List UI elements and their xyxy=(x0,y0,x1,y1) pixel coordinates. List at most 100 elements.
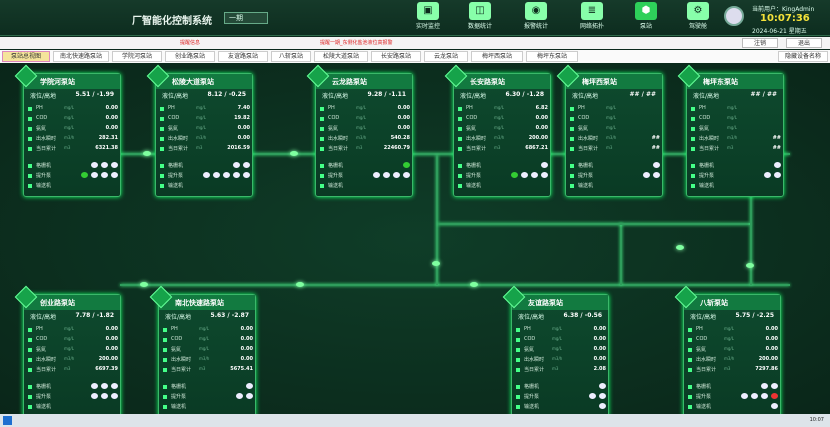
status-light xyxy=(774,162,781,168)
bullet-icon xyxy=(691,147,695,151)
station-card[interactable]: 松陵大道泵站 液位/高地 8.12 / -0.25 PH mg/L 7.40 COD mg/L… xyxy=(146,64,253,197)
tab-songling[interactable]: 松陵大道泵站 xyxy=(314,51,368,62)
equip-row: 提升泵 xyxy=(28,393,118,402)
bullet-icon xyxy=(458,184,462,188)
flow-dot xyxy=(143,151,151,156)
status-light xyxy=(101,393,108,399)
equip-row: 提升泵 xyxy=(688,393,778,402)
avatar[interactable] xyxy=(724,6,744,26)
bullet-icon xyxy=(320,117,324,121)
pipe-cross xyxy=(438,223,750,225)
metric-row: 氨氮 mg/L 0.00 xyxy=(688,346,778,355)
metric-row: PH mg/L 6.82 xyxy=(458,105,548,114)
bullet-icon xyxy=(688,358,692,362)
bullet-icon xyxy=(458,164,462,168)
tab-yunlong[interactable]: 云龙泵站 xyxy=(424,51,468,62)
bullet-icon xyxy=(691,164,695,168)
bullet-icon xyxy=(570,147,574,151)
period-select[interactable]: 一期 xyxy=(224,12,268,24)
station-name: 长安路泵站 xyxy=(470,78,505,86)
station-card[interactable]: 梅坪东泵站 液位/高地 ## / ## PH mg/L COD mg/L 氨氮 mg/L 出水瞬时… xyxy=(677,64,784,197)
tab-youyi[interactable]: 友谊路泵站 xyxy=(218,51,268,62)
metric-row: 氨氮 mg/L xyxy=(570,125,660,134)
equip-row: 提升泵 xyxy=(160,172,250,181)
level-label: 液位/高地 xyxy=(518,314,545,321)
exit-button[interactable]: 退出 xyxy=(786,38,822,48)
station-name: 创业路泵站 xyxy=(40,299,75,307)
level-label: 液位/高地 xyxy=(693,93,720,100)
station-tabs: 泵站总视图 南北快速路泵站 学院河泵站 创业路泵站 友谊路泵站 八斩泵站 松陵大… xyxy=(0,50,830,63)
tab-meipingdong[interactable]: 梅坪东泵站 xyxy=(526,51,578,62)
metric-row: PH mg/L 0.00 xyxy=(516,326,606,335)
tab-xueyuan[interactable]: 学院河泵站 xyxy=(112,51,162,62)
metric-row: 氨氮 mg/L 0.00 xyxy=(28,125,118,134)
bullet-icon xyxy=(688,368,692,372)
database-icon: ◫ xyxy=(469,2,491,20)
bullet-icon xyxy=(28,395,32,399)
bullet-icon xyxy=(691,127,695,131)
network-icon: ≣ xyxy=(581,2,603,20)
flow-dot xyxy=(746,263,754,268)
status-light xyxy=(101,162,108,168)
status-light xyxy=(101,172,108,178)
station-card[interactable]: 友谊路泵站 液位/高地 6.38 / -0.56 PH mg/L 0.00 COD mg/L 0… xyxy=(502,285,609,418)
level-value: 6.30 / -1.28 xyxy=(505,91,544,98)
status-light xyxy=(203,172,210,178)
status-light xyxy=(91,393,98,399)
station-name: 学院河泵站 xyxy=(40,78,75,86)
metric-row: PH mg/L 0.00 xyxy=(688,326,778,335)
station-card[interactable]: 八斩泵站 液位/高地 5.75 / -2.25 PH mg/L 0.00 COD mg/L 0.… xyxy=(674,285,781,418)
logout-button[interactable]: 注销 xyxy=(742,38,778,48)
status-light xyxy=(233,162,240,168)
bullet-icon xyxy=(160,137,164,141)
hide-names-button[interactable]: 隐藏设备名称 xyxy=(778,51,828,62)
tab-overview[interactable]: 泵站总视图 xyxy=(2,51,50,62)
nav-network[interactable]: ≣ 网络拓扑 xyxy=(574,2,610,34)
bullet-icon xyxy=(163,405,167,409)
nav-data-stats[interactable]: ◫ 数据统计 xyxy=(462,2,498,34)
equip-row: 提升泵 xyxy=(458,172,548,181)
bullet-icon xyxy=(163,338,167,342)
bullet-icon xyxy=(458,107,462,111)
bullet-icon xyxy=(516,358,520,362)
station-name: 梅坪西泵站 xyxy=(582,78,617,86)
equip-row: 格栅机 xyxy=(28,383,118,392)
flow-dot xyxy=(470,282,478,287)
metric-row: PH mg/L 0.00 xyxy=(163,326,253,335)
bullet-icon xyxy=(28,328,32,332)
equip-row: 输送机 xyxy=(320,182,410,191)
tab-meipingxi[interactable]: 梅坪西泵站 xyxy=(471,51,523,62)
tab-bazhan[interactable]: 八斩泵站 xyxy=(271,51,311,62)
status-light xyxy=(403,162,410,168)
station-card[interactable]: 云龙路泵站 液位/高地 9.28 / -1.11 PH mg/L 0.00 COD mg/L 0… xyxy=(306,64,413,197)
station-card[interactable]: 长安路泵站 液位/高地 6.30 / -1.28 PH mg/L 6.82 COD mg/L 0… xyxy=(444,64,551,197)
metric-row: COD mg/L xyxy=(570,115,660,124)
tab-changan[interactable]: 长安路泵站 xyxy=(371,51,421,62)
tab-chuangye[interactable]: 创业路泵站 xyxy=(165,51,215,62)
status-light xyxy=(774,172,781,178)
status-light xyxy=(761,393,768,399)
station-card[interactable]: 梅坪西泵站 液位/高地 ## / ## PH mg/L COD mg/L 氨氮 mg/L 出水瞬时… xyxy=(556,64,663,197)
windows-icon[interactable] xyxy=(3,416,12,425)
station-card[interactable]: 南北快速路泵站 液位/高地 5.63 / -2.87 PH mg/L 0.00 COD mg/… xyxy=(149,285,256,418)
nav-pump[interactable]: ⬢ 泵站 xyxy=(628,2,664,34)
flow-dot xyxy=(290,151,298,156)
nav-realtime[interactable]: ▣ 实时监控 xyxy=(410,2,446,34)
bullet-icon xyxy=(28,137,32,141)
station-card[interactable]: 创业路泵站 液位/高地 7.78 / -1.82 PH mg/L 0.00 COD mg/L 0… xyxy=(14,285,121,418)
nav-alarm-stats[interactable]: ◉ 报警统计 xyxy=(518,2,554,34)
bullet-icon xyxy=(320,137,324,141)
metric-row: 氨氮 mg/L 0.00 xyxy=(516,346,606,355)
nav-cockpit[interactable]: ⚙ 驾驶舱 xyxy=(680,2,716,34)
bullet-icon xyxy=(28,385,32,389)
bullet-icon xyxy=(688,338,692,342)
equip-row: 输送机 xyxy=(458,182,548,191)
level-value: 6.38 / -0.56 xyxy=(563,312,602,319)
metric-row: 出水瞬时 m3/h 200.00 xyxy=(688,356,778,365)
clock-date: 2024-06-21 星期五 xyxy=(752,28,807,35)
metric-row: PH mg/L 0.00 xyxy=(28,326,118,335)
metric-row: 出水瞬时 m3/h 200.00 xyxy=(28,356,118,365)
metric-row: 当日累计 m3 ## xyxy=(570,145,660,154)
tab-nanbei[interactable]: 南北快速路泵站 xyxy=(53,51,109,62)
station-card[interactable]: 学院河泵站 液位/高地 5.51 / -1.99 PH mg/L 0.00 COD mg/L 0… xyxy=(14,64,121,197)
